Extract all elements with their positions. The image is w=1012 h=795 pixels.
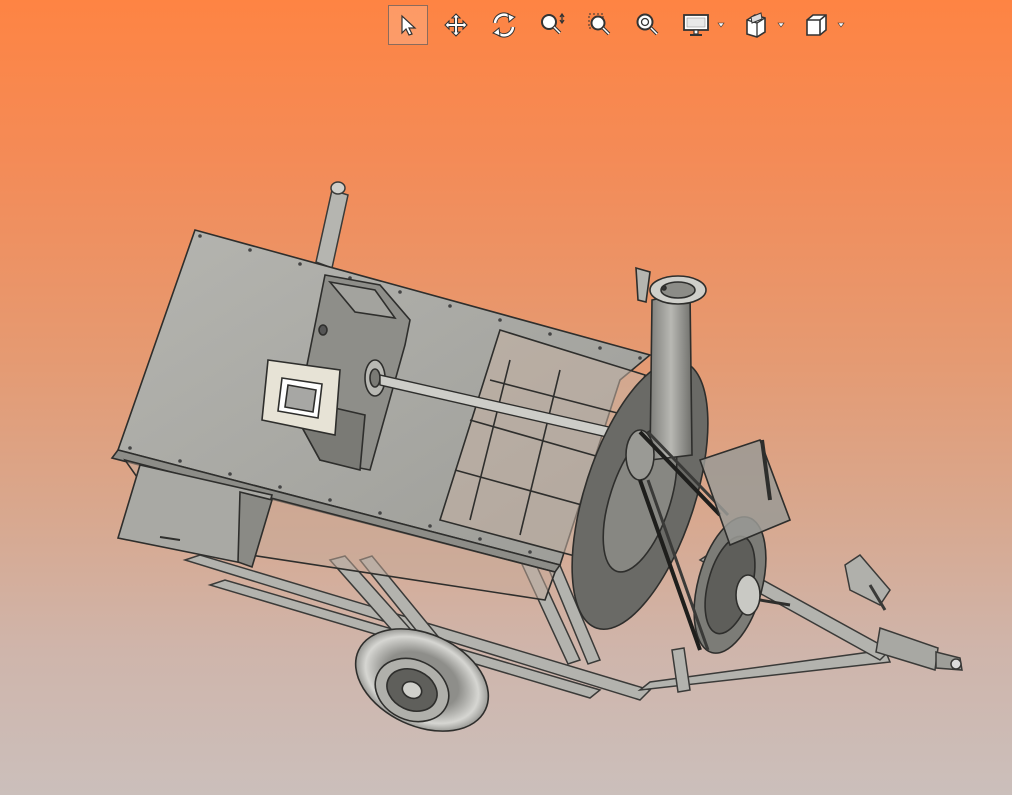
view-orientation-cube-icon [806,14,827,36]
chevron-down-icon [837,22,845,28]
display-mode-icon [683,14,709,36]
section-view-icon [746,12,766,38]
pan-icon [444,13,468,37]
display-mode-caret[interactable] [716,5,726,45]
display-mode-button[interactable] [676,5,716,45]
display-mode-dropdown[interactable] [676,5,726,45]
zoom-fit-icon [636,13,659,36]
pan-tool-button[interactable] [436,5,476,45]
rotate-icon [492,12,516,38]
zoom-area-tool-button[interactable] [580,5,620,45]
zoom-fit-tool-button[interactable] [628,5,668,45]
view-orientation-button[interactable] [796,5,836,45]
select-tool-button[interactable] [388,5,428,45]
view-orientation-dropdown[interactable] [796,5,846,45]
trailer-mounted-shredder-3d-model[interactable] [0,0,1012,795]
zoom-tool-button[interactable] [532,5,572,45]
section-view-dropdown[interactable] [736,5,786,45]
zoom-area-icon [588,13,611,36]
view-orientation-caret[interactable] [836,5,846,45]
zoom-icon [541,12,565,35]
chevron-down-icon [717,22,725,28]
section-view-button[interactable] [736,5,776,45]
select-arrow-icon [401,14,417,36]
view-toolbar [388,4,856,46]
chevron-down-icon [777,22,785,28]
cad-viewport[interactable] [0,0,1012,795]
section-view-caret[interactable] [776,5,786,45]
rotate-tool-button[interactable] [484,5,524,45]
rear-pole [315,181,349,270]
